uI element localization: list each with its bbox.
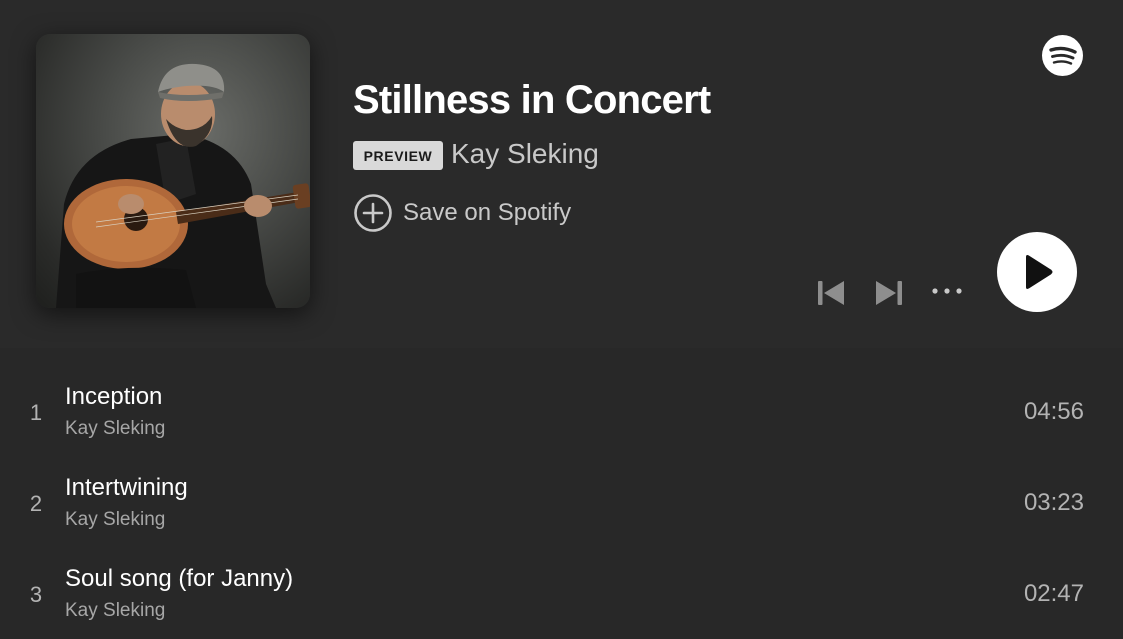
album-cover[interactable] (36, 34, 310, 308)
track-number: 1 (29, 400, 43, 425)
track-artist: Kay Sleking (65, 509, 166, 530)
track-duration: 03:23 (1023, 489, 1084, 516)
track-row[interactable]: 1 Inception Kay Sleking 04:56 (0, 366, 1123, 457)
plus-circle-icon (354, 194, 392, 232)
album-cover-image (56, 63, 310, 308)
track-duration: 04:56 (1023, 398, 1084, 425)
more-horizontal-icon[interactable] (930, 284, 964, 298)
track-artist: Kay Sleking (65, 418, 166, 439)
album-title: Stillness in Concert (353, 78, 711, 122)
skip-previous-icon[interactable] (816, 279, 846, 307)
track-number: 2 (29, 491, 43, 516)
track-row[interactable]: 2 Intertwining Kay Sleking 03:23 (0, 457, 1123, 548)
save-on-spotify-label: Save on Spotify (403, 199, 572, 226)
skip-next-icon[interactable] (874, 279, 904, 307)
preview-badge: PREVIEW (353, 141, 443, 170)
track-number: 3 (29, 582, 43, 607)
spotify-logo-icon[interactable] (1042, 35, 1083, 76)
track-list: 1 Inception Kay Sleking 04:56 2 Intertwi… (0, 366, 1123, 639)
track-row[interactable]: 3 Soul song (for Janny) Kay Sleking 02:4… (0, 548, 1123, 639)
track-title: Inception (65, 383, 163, 410)
save-on-spotify-button[interactable]: Save on Spotify (353, 193, 571, 233)
track-duration: 02:47 (1023, 580, 1084, 607)
album-artist-link[interactable]: Kay Sleking (451, 138, 599, 170)
album-header: Stillness in Concert PREVIEW Kay Sleking… (0, 0, 1123, 348)
track-artist: Kay Sleking (65, 600, 166, 621)
track-title: Intertwining (65, 474, 188, 501)
track-title: Soul song (for Janny) (65, 565, 294, 592)
play-button[interactable] (997, 232, 1077, 312)
play-icon (1026, 255, 1053, 289)
